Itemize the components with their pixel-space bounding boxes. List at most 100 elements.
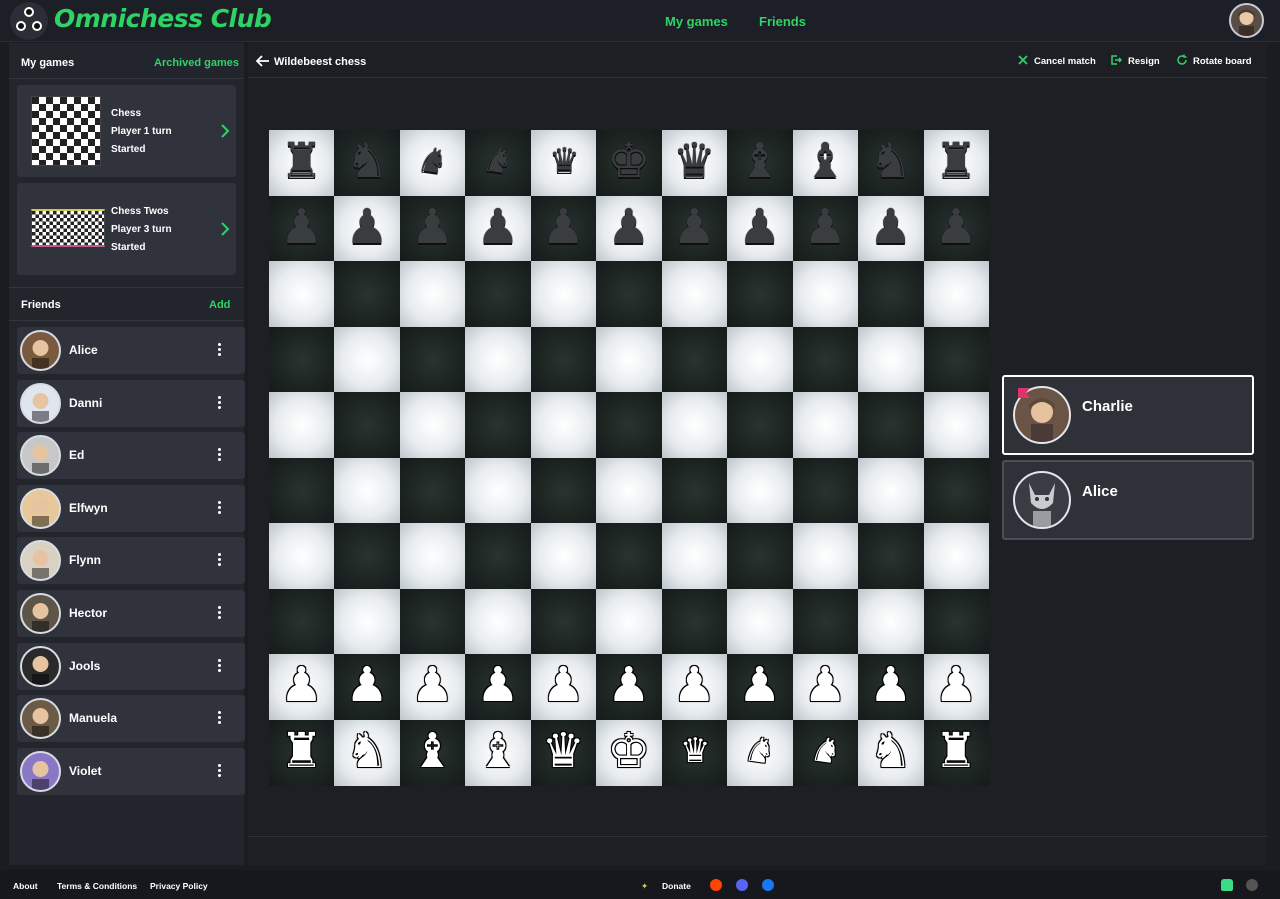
black-pawn-piece[interactable]: ♟: [727, 196, 792, 261]
board-square[interactable]: [858, 523, 925, 589]
black-wildebeest-piece[interactable]: ♛: [531, 130, 596, 195]
black-pawn-piece[interactable]: ♟: [793, 196, 858, 261]
board-square[interactable]: [596, 457, 663, 524]
black-camel-piece[interactable]: ♞: [396, 126, 469, 199]
close-icon[interactable]: [1017, 54, 1029, 66]
board-square[interactable]: [858, 457, 925, 524]
board-square[interactable]: ♟: [858, 195, 925, 262]
board-square[interactable]: ♞: [334, 130, 401, 196]
board-square[interactable]: ♟: [792, 195, 859, 262]
board-square[interactable]: ♞: [334, 719, 401, 786]
board-square[interactable]: ♞: [465, 130, 532, 196]
board-square[interactable]: [596, 261, 663, 327]
nav-my-games[interactable]: My games: [665, 14, 728, 29]
board-square[interactable]: [596, 588, 663, 655]
board-square[interactable]: [858, 392, 925, 458]
board-square[interactable]: ♟: [465, 195, 532, 262]
white-pawn-piece[interactable]: ♟: [465, 654, 530, 719]
black-pawn-piece[interactable]: ♟: [858, 196, 923, 261]
black-pawn-piece[interactable]: ♟: [400, 196, 465, 261]
white-rook-piece[interactable]: ♜: [924, 720, 989, 785]
logo-icon[interactable]: [10, 2, 48, 40]
board-square[interactable]: ♛: [530, 130, 597, 196]
discord-icon[interactable]: [736, 879, 748, 891]
board-square[interactable]: [269, 457, 335, 524]
board-square[interactable]: ♝: [465, 719, 532, 786]
kebab-menu-icon[interactable]: [218, 606, 222, 620]
white-king-piece[interactable]: ♚: [596, 720, 661, 785]
board-square[interactable]: [399, 261, 466, 327]
cancel-match-button[interactable]: Cancel match: [1034, 56, 1096, 67]
white-wildebeest-piece[interactable]: ♛: [662, 720, 727, 785]
white-pawn-piece[interactable]: ♟: [793, 654, 858, 719]
black-pawn-piece[interactable]: ♟: [924, 196, 989, 261]
board-square[interactable]: [596, 523, 663, 589]
white-pawn-piece[interactable]: ♟: [662, 654, 727, 719]
board-square[interactable]: ♟: [727, 654, 794, 720]
board-square[interactable]: ♟: [858, 654, 925, 720]
board-square[interactable]: [530, 523, 597, 589]
board-square[interactable]: ♞: [858, 719, 925, 786]
board-square[interactable]: [792, 588, 859, 655]
board-square[interactable]: [465, 588, 532, 655]
resign-button[interactable]: Resign: [1128, 56, 1160, 67]
black-queen-piece[interactable]: ♛: [662, 130, 727, 195]
board-square[interactable]: [334, 261, 401, 327]
board-square[interactable]: [661, 326, 728, 393]
black-camel-piece[interactable]: ♞: [461, 126, 534, 199]
board-square[interactable]: ♟: [661, 195, 728, 262]
board-square[interactable]: ♞: [399, 130, 466, 196]
board-square[interactable]: [596, 326, 663, 393]
board-square[interactable]: ♟: [269, 654, 335, 720]
board-square[interactable]: [596, 392, 663, 458]
board-square[interactable]: ♜: [923, 719, 990, 786]
board-square[interactable]: ♝: [399, 719, 466, 786]
archived-games-link[interactable]: Archived games: [154, 57, 239, 69]
board-square[interactable]: ♟: [596, 654, 663, 720]
board-square[interactable]: [334, 326, 401, 393]
board-square[interactable]: [334, 392, 401, 458]
chess-board[interactable]: ♜ ♞ ♞ ♞ ♛ ♚ ♛ ♝ ♝ ♞ ♜ ♟ ♟ ♟ ♟ ♟ ♟ ♟ ♟ ♟ ♟ ♟ ♟ ♟ ♟ ♟ ♟ ♟ ♟ ♟ ♟ ♟ ♟ ♜ ♞ ♝ ♝ ♛ ♚ ♛…: [269, 130, 990, 786]
board-square[interactable]: [465, 523, 532, 589]
black-pawn-piece[interactable]: ♟: [334, 196, 399, 261]
board-square[interactable]: [661, 261, 728, 327]
board-square[interactable]: ♛: [661, 130, 728, 196]
board-square[interactable]: ♝: [727, 130, 794, 196]
board-square[interactable]: [727, 261, 794, 327]
user-avatar[interactable]: [1229, 3, 1264, 38]
board-square[interactable]: ♛: [661, 719, 728, 786]
white-knight-piece[interactable]: ♞: [334, 720, 399, 785]
board-square[interactable]: [334, 588, 401, 655]
board-square[interactable]: [269, 261, 335, 327]
kebab-menu-icon[interactable]: [218, 658, 222, 673]
board-square[interactable]: [727, 457, 794, 524]
board-square[interactable]: [858, 588, 925, 655]
black-pawn-piece[interactable]: ♟: [596, 196, 661, 261]
board-square[interactable]: ♚: [596, 130, 663, 196]
rotate-board-button[interactable]: Rotate board: [1193, 56, 1252, 67]
black-pawn-piece[interactable]: ♟: [465, 196, 530, 261]
board-square[interactable]: [661, 457, 728, 524]
board-square[interactable]: [661, 588, 728, 655]
white-bishop-piece[interactable]: ♝: [400, 720, 465, 785]
white-pawn-piece[interactable]: ♟: [269, 654, 334, 719]
black-pawn-piece[interactable]: ♟: [269, 196, 334, 261]
kebab-menu-icon[interactable]: [218, 343, 222, 357]
board-square[interactable]: ♜: [269, 130, 335, 196]
kebab-menu-icon[interactable]: [218, 763, 222, 778]
board-square[interactable]: [727, 523, 794, 589]
board-square[interactable]: [530, 588, 597, 655]
board-square[interactable]: [792, 326, 859, 393]
board-square[interactable]: [530, 326, 597, 393]
android-icon[interactable]: [1221, 879, 1233, 891]
back-arrow-icon[interactable]: [256, 55, 270, 67]
board-square[interactable]: ♜: [923, 130, 990, 196]
board-square[interactable]: ♟: [727, 195, 794, 262]
game-card-chess-twos[interactable]: Chess Twos Player 3 turn Started: [17, 183, 236, 275]
board-square[interactable]: [923, 523, 990, 589]
board-square[interactable]: [269, 523, 335, 589]
reddit-icon[interactable]: [710, 879, 722, 891]
white-pawn-piece[interactable]: ♟: [596, 654, 661, 719]
board-square[interactable]: [923, 392, 990, 458]
white-queen-piece[interactable]: ♛: [531, 720, 596, 785]
